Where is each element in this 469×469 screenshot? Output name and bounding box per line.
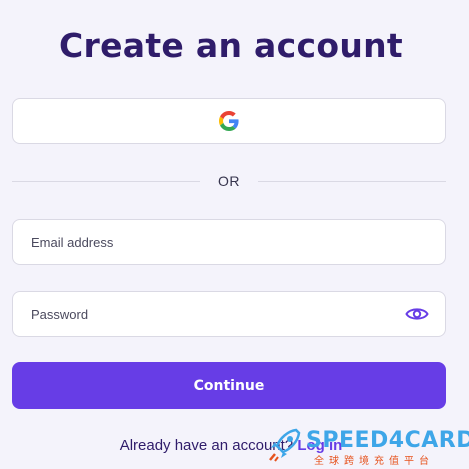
divider-line-right — [258, 181, 446, 182]
login-prompt: Already have an account? Log in — [0, 437, 462, 454]
or-divider: OR — [12, 170, 446, 192]
email-field[interactable] — [12, 219, 446, 265]
google-icon — [219, 111, 239, 131]
eye-icon[interactable] — [405, 306, 429, 322]
password-field[interactable] — [12, 291, 446, 337]
page-title: Create an account — [59, 26, 403, 65]
watermark-tagline: 全球跨境充值平台 — [314, 456, 434, 467]
password-input[interactable] — [29, 305, 405, 323]
continue-button[interactable]: Continue — [12, 362, 446, 409]
email-input[interactable] — [29, 233, 429, 251]
login-prompt-text: Already have an account? — [119, 437, 294, 454]
google-signup-button[interactable] — [12, 98, 446, 144]
login-link[interactable]: Log in — [297, 437, 342, 454]
